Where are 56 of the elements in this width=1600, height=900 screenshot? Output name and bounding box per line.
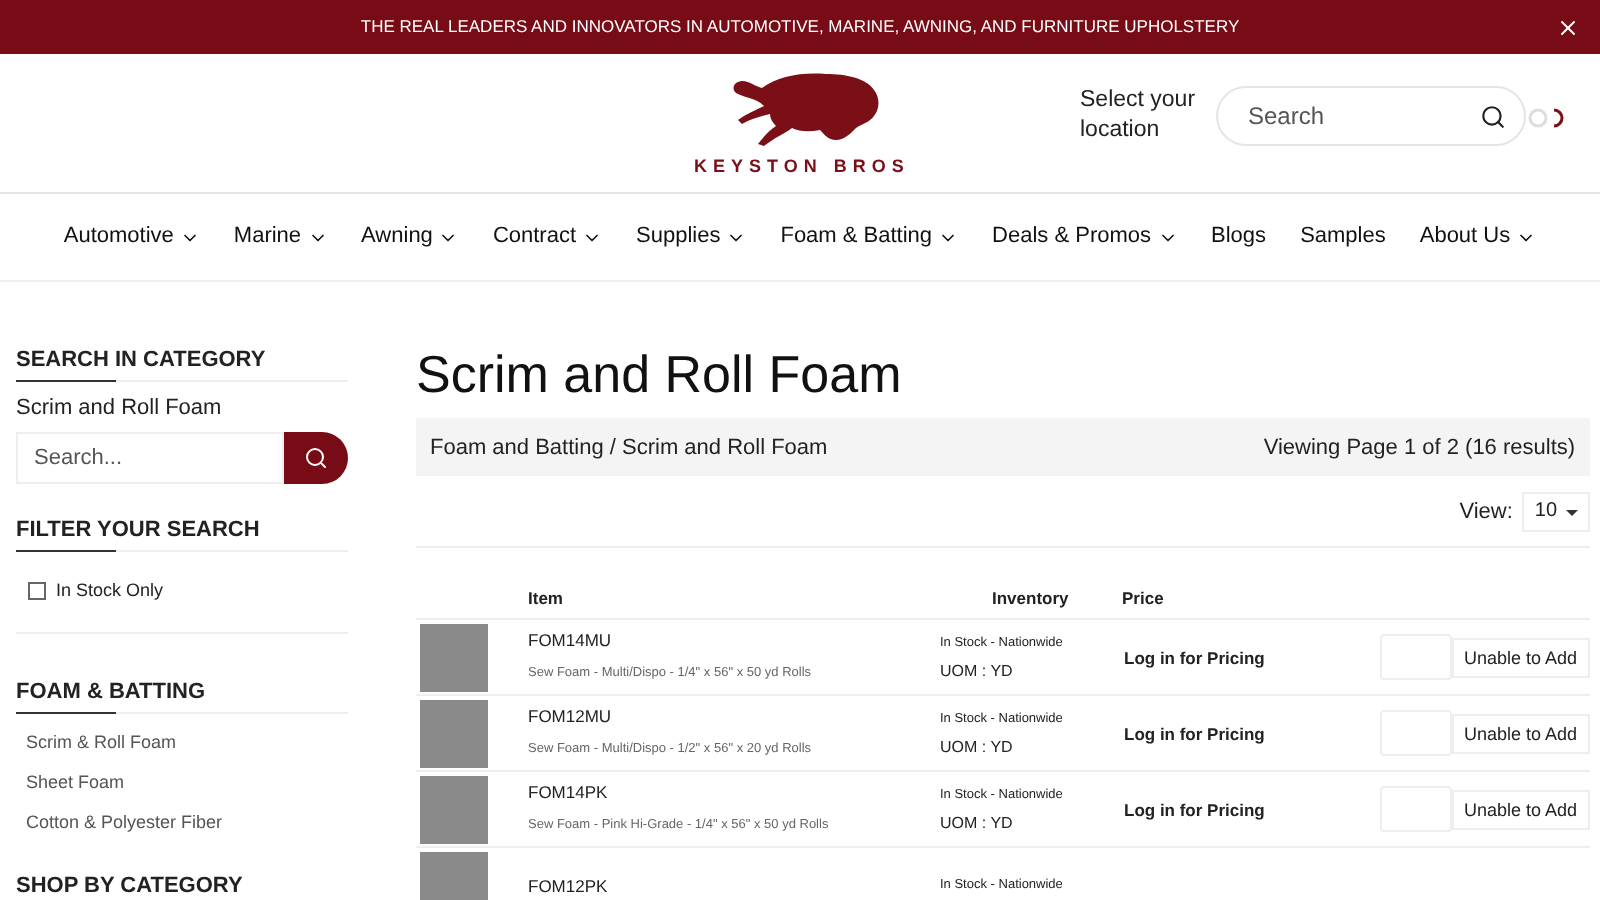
nav-link[interactable]: Foam & Batting [780,220,959,254]
location-selector[interactable]: Select your location [1080,86,1212,146]
checkbox[interactable] [28,581,46,599]
nav-link[interactable]: Automotive [63,220,200,254]
caret-icon [1565,509,1578,515]
search-field[interactable]: Search... [16,432,284,484]
search-icon [304,446,328,470]
product-code[interactable]: FOM12PK [528,871,940,899]
price-text[interactable]: Log in for Pricing [1124,643,1380,671]
product-code[interactable]: FOM14PK [528,778,940,806]
photo-placeholder [420,623,488,691]
nav-link[interactable]: Awning [361,220,459,254]
nav-link[interactable]: Supplies [636,220,747,254]
close-icon[interactable] [1556,16,1580,40]
section-heading: SHOP BY CATEGORY [16,874,245,900]
unit-of-measure: UOM : YD [940,811,1015,835]
nav-link[interactable]: Deals & Promos [992,220,1178,254]
unit-of-measure: UOM : YD [940,659,1015,683]
nav-link[interactable]: Blogs [1211,220,1267,254]
category-link[interactable]: Cotton & Polyester Fiber [26,810,223,834]
search-button[interactable] [284,432,348,484]
section-heading: SEARCH IN CATEGORY [16,346,348,382]
search-icon[interactable] [1480,104,1506,130]
view-select[interactable]: 10 [1522,492,1590,532]
photo-placeholder [420,851,488,900]
category-link[interactable]: Sheet Foam [26,770,125,794]
loading-icon [1528,108,1564,128]
column-header: Item [528,586,565,612]
category-link[interactable]: Scrim & Roll Foam [26,730,177,754]
column-header: Price [1122,586,1164,612]
add-button[interactable]: Unable to Add [1452,713,1590,753]
photo-placeholder [420,699,488,767]
announcement-text: THE REAL LEADERS AND INNOVATORS IN AUTOMOTIVE, MARINE, AWNING, AND FURNITURE UPHOLSTERY [360,14,1240,40]
add-button[interactable]: Unable to Add [1452,789,1590,829]
section-heading: FILTER YOUR SEARCH [16,516,348,552]
nav-link[interactable]: About Us [1419,220,1537,254]
category-name: Scrim and Roll Foam [16,394,224,422]
breadcrumb: Foam and Batting / Scrim and Roll Foam [430,433,828,461]
unit-of-measure: UOM : YD [940,735,1015,759]
page-title: Scrim and Roll Foam [416,342,904,406]
photo-placeholder [420,775,488,843]
column-header: Inventory [992,586,1071,612]
add-button[interactable]: Unable to Add [1452,637,1590,677]
logo-text[interactable]: KEYSTON BROS [694,154,910,181]
price-text[interactable]: Log in for Pricing [1124,719,1380,747]
product-code[interactable]: FOM12MU [528,702,940,730]
checkbox-label: In Stock Only [56,578,164,604]
nav-link[interactable]: Samples [1300,220,1386,254]
search-field[interactable]: Search [1216,86,1526,146]
nav-link[interactable]: Marine [233,220,328,254]
price-text[interactable]: Log in for Pricing [1124,795,1380,823]
product-code[interactable]: FOM14MU [528,626,940,654]
results-count: Viewing Page 1 of 2 (16 results) [1263,433,1576,461]
view-label: View: [1459,498,1513,526]
nav-link[interactable]: Contract [492,220,603,254]
section-heading: FOAM & BATTING [16,678,348,714]
